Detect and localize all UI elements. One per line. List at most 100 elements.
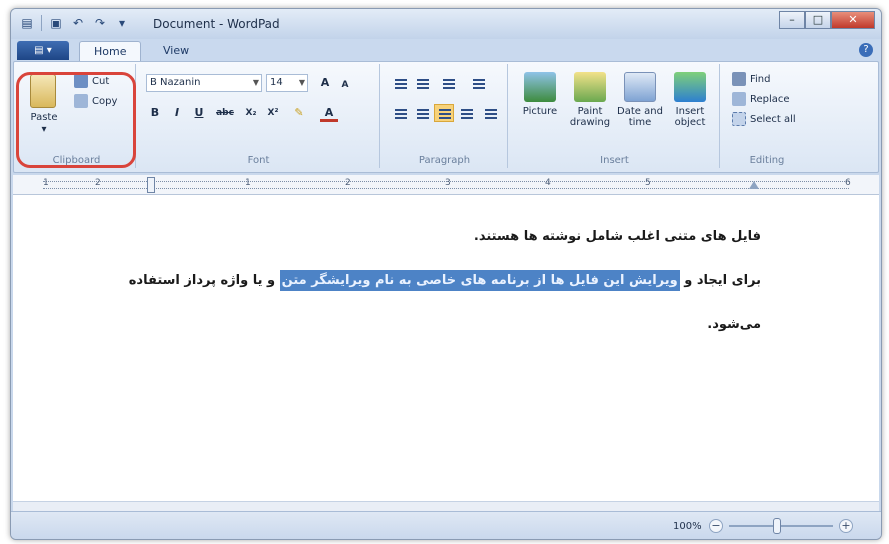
window-title: Document - WordPad <box>153 17 280 31</box>
tab-home[interactable]: Home <box>79 41 142 61</box>
help-icon[interactable]: ? <box>859 43 873 57</box>
replace-button[interactable]: Replace <box>732 92 790 106</box>
shrink-font-button[interactable]: A <box>336 76 354 94</box>
ruler-number: 2 <box>95 178 101 188</box>
undo-icon[interactable]: ↶ <box>70 15 86 31</box>
highlight-icon[interactable]: ✎ <box>290 104 308 122</box>
qat-separator <box>41 15 42 31</box>
clipboard-highlight-ring <box>16 72 136 168</box>
zoom-slider-track[interactable] <box>729 525 833 527</box>
status-bar: 100% − + <box>11 511 881 539</box>
justify-button[interactable] <box>456 104 476 122</box>
zoom-level: 100% <box>673 521 702 532</box>
align-right-button[interactable] <box>434 104 454 122</box>
align-center-icon <box>417 109 429 119</box>
paint-drawing-button[interactable]: Paint drawing <box>566 106 614 128</box>
paint-icon[interactable] <box>574 72 606 102</box>
font-family-value: B Nazanin <box>150 77 201 88</box>
justify-icon <box>461 109 473 119</box>
bold-button[interactable]: B <box>146 104 164 122</box>
zoom-slider-thumb[interactable] <box>773 518 781 534</box>
line-spacing-button[interactable] <box>468 74 488 92</box>
insert-object-button[interactable]: Insert object <box>666 106 714 128</box>
paragraph-button[interactable] <box>480 104 500 122</box>
customize-icon[interactable]: ▾ <box>114 15 130 31</box>
date-time-button[interactable]: Date and time <box>616 106 664 128</box>
ruler-number: 5 <box>645 178 651 188</box>
find-label: Find <box>750 73 771 85</box>
document-area[interactable]: فایل های متنی اغلب شامل نوشته ها هستند. … <box>13 195 879 501</box>
underline-button[interactable]: U <box>190 104 208 122</box>
decrease-indent-button[interactable] <box>390 74 410 92</box>
document-line-2: برای ایجاد و ویرایش این فایل ها از برنام… <box>128 270 761 291</box>
ruler[interactable]: 1 2 1 2 3 4 5 6 <box>13 175 879 195</box>
replace-icon <box>732 92 746 106</box>
ribbon: Paste ▾ Cut Copy Clipboard B Nazanin ▼ 14… <box>13 61 879 173</box>
zoom-in-button[interactable]: + <box>839 519 853 533</box>
insert-group: Picture Paint drawing Date and time Inse… <box>510 64 720 168</box>
align-right-icon <box>439 109 451 119</box>
tab-view[interactable]: View <box>149 41 203 61</box>
superscript-button[interactable]: X² <box>264 104 282 122</box>
title-bar: ▤ ▣ ↶ ↷ ▾ Document - WordPad – □ ✕ <box>11 9 881 39</box>
picture-icon[interactable] <box>524 72 556 102</box>
redo-icon[interactable]: ↷ <box>92 15 108 31</box>
font-color-button[interactable]: A <box>320 104 338 122</box>
increase-indent-button[interactable] <box>412 74 432 92</box>
save-icon[interactable]: ▣ <box>48 15 64 31</box>
bullets-button[interactable] <box>438 74 458 92</box>
object-icon[interactable] <box>674 72 706 102</box>
app-menu-button[interactable]: ▤ ▾ <box>17 41 69 60</box>
wordpad-window: ▤ ▣ ↶ ↷ ▾ Document - WordPad – □ ✕ ▤ ▾ H… <box>10 8 882 540</box>
indent-marker[interactable] <box>147 177 155 193</box>
bullets-icon <box>443 79 455 89</box>
close-button[interactable]: ✕ <box>831 11 875 29</box>
subscript-button[interactable]: X₂ <box>242 104 260 122</box>
calendar-icon[interactable] <box>624 72 656 102</box>
replace-label: Replace <box>750 93 790 105</box>
line2-end: و یا واژه پرداز استفاده <box>128 273 280 288</box>
align-left-icon <box>395 109 407 119</box>
editing-group: Find Replace Select all Editing <box>722 64 812 168</box>
right-indent-marker[interactable] <box>749 181 759 189</box>
binoculars-icon <box>732 72 746 86</box>
chevron-down-icon: ▼ <box>252 78 259 87</box>
select-all-label: Select all <box>750 113 796 125</box>
app-icon: ▤ <box>21 16 33 30</box>
ruler-number: 2 <box>345 178 351 188</box>
minimize-button[interactable]: – <box>779 11 805 29</box>
font-group-label: Font <box>247 155 270 166</box>
select-all-icon <box>732 112 746 126</box>
font-group: B Nazanin ▼ 14 ▼ A A B I U abc X₂ X² ✎ A F… <box>138 64 380 168</box>
font-size-select[interactable]: 14 ▼ <box>266 74 308 92</box>
italic-button[interactable]: I <box>168 104 186 122</box>
find-button[interactable]: Find <box>732 72 771 86</box>
maximize-button[interactable]: □ <box>805 11 831 29</box>
paragraph-group: Paragraph <box>382 64 508 168</box>
strikethrough-button[interactable]: abc <box>212 104 238 122</box>
window-controls: – □ ✕ <box>779 11 875 29</box>
paragraph-icon <box>485 109 497 119</box>
increase-indent-icon <box>417 79 429 89</box>
editing-group-label: Editing <box>749 155 785 166</box>
picture-button[interactable]: Picture <box>516 106 564 117</box>
document-line-1: فایل های متنی اغلب شامل نوشته ها هستند. <box>473 229 761 244</box>
grow-font-button[interactable]: A <box>316 74 334 92</box>
zoom-out-button[interactable]: − <box>709 519 723 533</box>
ruler-number: 6 <box>845 178 851 188</box>
line-spacing-icon <box>473 79 485 89</box>
insert-group-label: Insert <box>600 155 629 166</box>
font-family-select[interactable]: B Nazanin ▼ <box>146 74 262 92</box>
select-all-button[interactable]: Select all <box>732 112 796 126</box>
horizontal-scrollbar[interactable] <box>13 501 879 511</box>
selected-text: ویرایش این فایل ها از برنامه های خاصی به… <box>279 270 680 291</box>
document-line-3: می‌شود. <box>707 317 761 332</box>
ruler-number: 1 <box>245 178 251 188</box>
quick-access-toolbar: ▤ ▣ ↶ ↷ ▾ <box>19 15 130 31</box>
paragraph-group-label: Paragraph <box>418 155 471 166</box>
ruler-number: 3 <box>445 178 451 188</box>
chevron-down-icon: ▼ <box>298 78 305 87</box>
line2-start: برای ایجاد و <box>679 273 761 288</box>
align-left-button[interactable] <box>390 104 410 122</box>
align-center-button[interactable] <box>412 104 432 122</box>
